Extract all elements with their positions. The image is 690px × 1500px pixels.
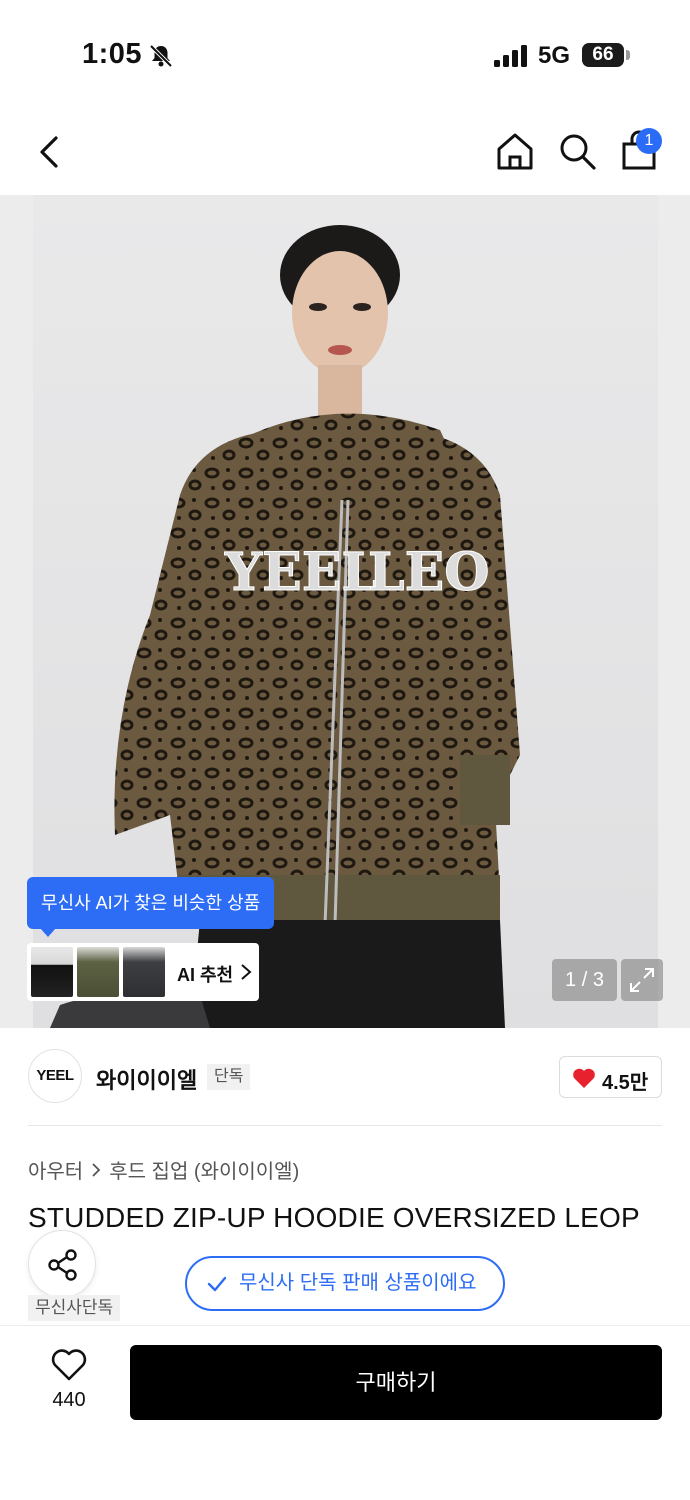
ai-recommend-label: AI 추천 [177, 965, 234, 985]
chevron-right-icon [92, 1162, 101, 1177]
ai-recommend-button[interactable]: AI 추천 [27, 943, 259, 1001]
brand-logo[interactable]: YEEL [28, 1049, 82, 1103]
heart-filled-icon [573, 1068, 595, 1088]
breadcrumb-subcategory[interactable]: 후드 집업 (와이이이엘) [109, 1155, 299, 1184]
exclusive-sale-label: 무신사 단독 판매 상품이에요 [239, 1272, 477, 1294]
exclusive-sale-badge[interactable]: 무신사 단독 판매 상품이에요 [185, 1256, 505, 1311]
battery-icon: 66 [582, 43, 624, 67]
buy-button[interactable]: 구매하기 [130, 1345, 662, 1420]
ai-thumbnail-3 [123, 947, 165, 997]
svg-text:YEEL: YEEL [224, 542, 378, 603]
divider [28, 1125, 662, 1126]
signal-icon [494, 45, 527, 67]
check-icon [207, 1276, 227, 1292]
network-label: 5G [538, 42, 571, 69]
svg-text:LEO: LEO [368, 542, 490, 603]
home-icon [497, 133, 533, 170]
search-icon [560, 134, 596, 170]
chevron-right-icon [241, 964, 252, 980]
ai-thumbnail-1 [31, 947, 73, 997]
brand-name[interactable]: 와이이이엘 [96, 1063, 197, 1095]
wishlist-count: 440 [52, 1389, 86, 1411]
image-page-counter: 1 / 3 [552, 959, 617, 1001]
share-button[interactable] [28, 1230, 96, 1298]
cart-badge: 1 [636, 128, 662, 154]
wishlist-button[interactable]: 440 [40, 1347, 98, 1417]
bottom-bar-divider [0, 1325, 690, 1326]
ai-tooltip: 무신사 AI가 찾은 비슷한 상품 [27, 877, 275, 929]
ai-tooltip-tail [40, 928, 56, 937]
chevron-left-icon [40, 136, 58, 168]
exclusive-tag: 단독 [207, 1064, 251, 1090]
expand-image-button[interactable] [621, 959, 663, 1001]
product-title: STUDDED ZIP-UP HOODIE OVERSIZED LEOP [28, 1202, 640, 1233]
back-button[interactable] [30, 130, 70, 174]
breadcrumb: 아우터 후드 집업 (와이이이엘) [28, 1155, 299, 1184]
heart-outline-icon [51, 1349, 87, 1381]
status-bar: 1:05 5G 66 [0, 0, 690, 110]
home-button[interactable] [494, 130, 536, 172]
share-caption: 무신사단독 [28, 1295, 121, 1321]
bell-slash-icon [149, 44, 173, 68]
status-time: 1:05 [82, 38, 143, 70]
brand-like-button[interactable]: 4.5만 [559, 1056, 662, 1098]
brand-like-count: 4.5만 [602, 1072, 649, 1094]
ai-thumbnail-2 [77, 947, 119, 997]
breadcrumb-category[interactable]: 아우터 [28, 1155, 83, 1184]
expand-icon [630, 968, 654, 992]
battery-cap [626, 50, 630, 60]
search-button[interactable] [556, 130, 598, 172]
share-icon [48, 1249, 77, 1281]
